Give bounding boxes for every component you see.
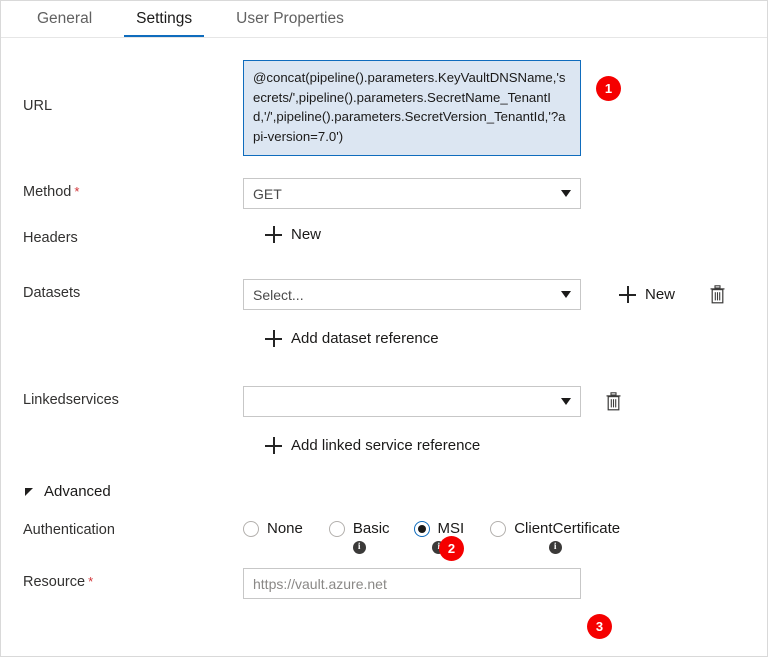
- headers-label: Headers: [23, 230, 78, 246]
- add-linked-service-reference-label: Add linked service reference: [291, 437, 481, 454]
- authentication-label: Authentication: [23, 522, 115, 538]
- row-datasets: Datasets Select... New: [1, 279, 767, 310]
- tab-bar: General Settings User Properties: [1, 1, 767, 37]
- radio-basic-circle: [328, 520, 345, 537]
- add-dataset-reference-field: Add dataset reference: [243, 330, 767, 347]
- plus-icon: [265, 437, 282, 454]
- headers-new-label: New: [291, 226, 322, 243]
- headers-field: New: [243, 226, 767, 243]
- annotation-badge-3: 3: [587, 614, 612, 639]
- row-resource: Resource *: [1, 568, 767, 599]
- radio-msi-line: MSI: [413, 520, 465, 537]
- resource-required-asterisk: *: [88, 574, 94, 589]
- advanced-section-toggle[interactable]: Advanced: [1, 483, 767, 500]
- method-select[interactable]: GET: [243, 178, 581, 209]
- method-selected-value: GET: [253, 185, 282, 202]
- method-required-asterisk: *: [74, 184, 80, 199]
- radio-none-line: None: [243, 520, 303, 537]
- radio-basic-line: Basic: [328, 520, 390, 537]
- plus-icon: [619, 286, 636, 303]
- url-expression-input[interactable]: @concat(pipeline().parameters.KeyVaultDN…: [243, 60, 581, 156]
- datasets-new-label: New: [645, 286, 676, 303]
- headers-new-button[interactable]: New: [265, 226, 321, 243]
- plus-icon: [265, 330, 282, 347]
- radio-option-basic[interactable]: Basic i: [328, 520, 390, 554]
- linkedservices-select[interactable]: [243, 386, 581, 417]
- radio-none-circle: [243, 520, 259, 537]
- tab-general-label: General: [37, 10, 93, 27]
- method-field: GET: [243, 178, 767, 209]
- authentication-radio-group: None Basic i MSI ClientCertificate i: [243, 520, 620, 554]
- row-url: URL @concat(pipeline().parameters.KeyVau…: [1, 60, 767, 156]
- annotation-badge-1: 1: [596, 76, 621, 101]
- info-icon[interactable]: i: [352, 541, 366, 554]
- url-label: URL: [23, 98, 53, 114]
- advanced-label: Advanced: [44, 483, 111, 500]
- row-authentication: Authentication None Basic i MSI ClientCe…: [1, 520, 767, 554]
- annotation-badge-2: 2: [439, 536, 464, 561]
- plus-icon: [265, 226, 282, 243]
- radio-clientcertificate-line: ClientCertificate: [490, 520, 620, 537]
- radio-basic-label: Basic: [352, 520, 390, 537]
- resource-input[interactable]: [243, 568, 581, 599]
- datasets-selected-value: Select...: [253, 286, 304, 303]
- authentication-field: None Basic i MSI ClientCertificate i: [243, 520, 767, 554]
- info-icon[interactable]: i: [548, 541, 562, 554]
- http-activity-settings-panel: General Settings User Properties URL @co…: [0, 0, 768, 657]
- radio-none-label: None: [267, 520, 303, 537]
- resource-field: [243, 568, 767, 599]
- tab-general[interactable]: General: [15, 1, 114, 37]
- add-linked-service-reference-field: Add linked service reference: [243, 437, 767, 454]
- chevron-down-icon: [561, 291, 571, 298]
- chevron-down-icon: [561, 190, 571, 197]
- radio-msi-label: MSI: [437, 520, 465, 537]
- datasets-new-button[interactable]: New: [619, 286, 675, 303]
- datasets-select[interactable]: Select...: [243, 279, 581, 310]
- add-dataset-reference-button[interactable]: Add dataset reference: [265, 330, 439, 347]
- collapse-triangle-icon: [25, 487, 33, 496]
- datasets-field: Select... New: [243, 279, 767, 310]
- datasets-label: Datasets: [23, 285, 81, 301]
- radio-clientcertificate-label: ClientCertificate: [514, 520, 621, 537]
- radio-clientcertificate-circle: [490, 520, 507, 537]
- radio-option-none[interactable]: None: [243, 520, 303, 537]
- datasets-delete-icon[interactable]: [709, 285, 726, 304]
- settings-form: URL @concat(pipeline().parameters.KeyVau…: [1, 60, 767, 599]
- row-headers: Headers New: [1, 226, 767, 246]
- row-add-dataset-reference: Add dataset reference: [1, 330, 767, 347]
- tab-bar-divider: [1, 37, 767, 38]
- linkedservices-field: [243, 386, 767, 417]
- chevron-down-icon: [561, 398, 571, 405]
- add-dataset-reference-label: Add dataset reference: [291, 330, 439, 347]
- row-add-linked-service-reference: Add linked service reference: [1, 437, 767, 454]
- radio-option-clientcertificate[interactable]: ClientCertificate i: [490, 520, 620, 554]
- tab-user-properties-label: User Properties: [236, 10, 344, 27]
- url-field: @concat(pipeline().parameters.KeyVaultDN…: [243, 60, 767, 156]
- row-method: Method * GET: [1, 178, 767, 209]
- tab-settings-label: Settings: [136, 10, 193, 27]
- linkedservices-delete-icon[interactable]: [605, 392, 622, 411]
- linkedservices-label: Linkedservices: [23, 392, 119, 408]
- radio-msi-circle: [413, 520, 430, 537]
- tab-settings[interactable]: Settings: [114, 1, 214, 37]
- tab-user-properties[interactable]: User Properties: [214, 1, 366, 37]
- add-linked-service-reference-button[interactable]: Add linked service reference: [265, 437, 480, 454]
- row-linkedservices: Linkedservices: [1, 386, 767, 417]
- resource-label: Resource *: [23, 574, 94, 590]
- method-label: Method *: [23, 184, 80, 200]
